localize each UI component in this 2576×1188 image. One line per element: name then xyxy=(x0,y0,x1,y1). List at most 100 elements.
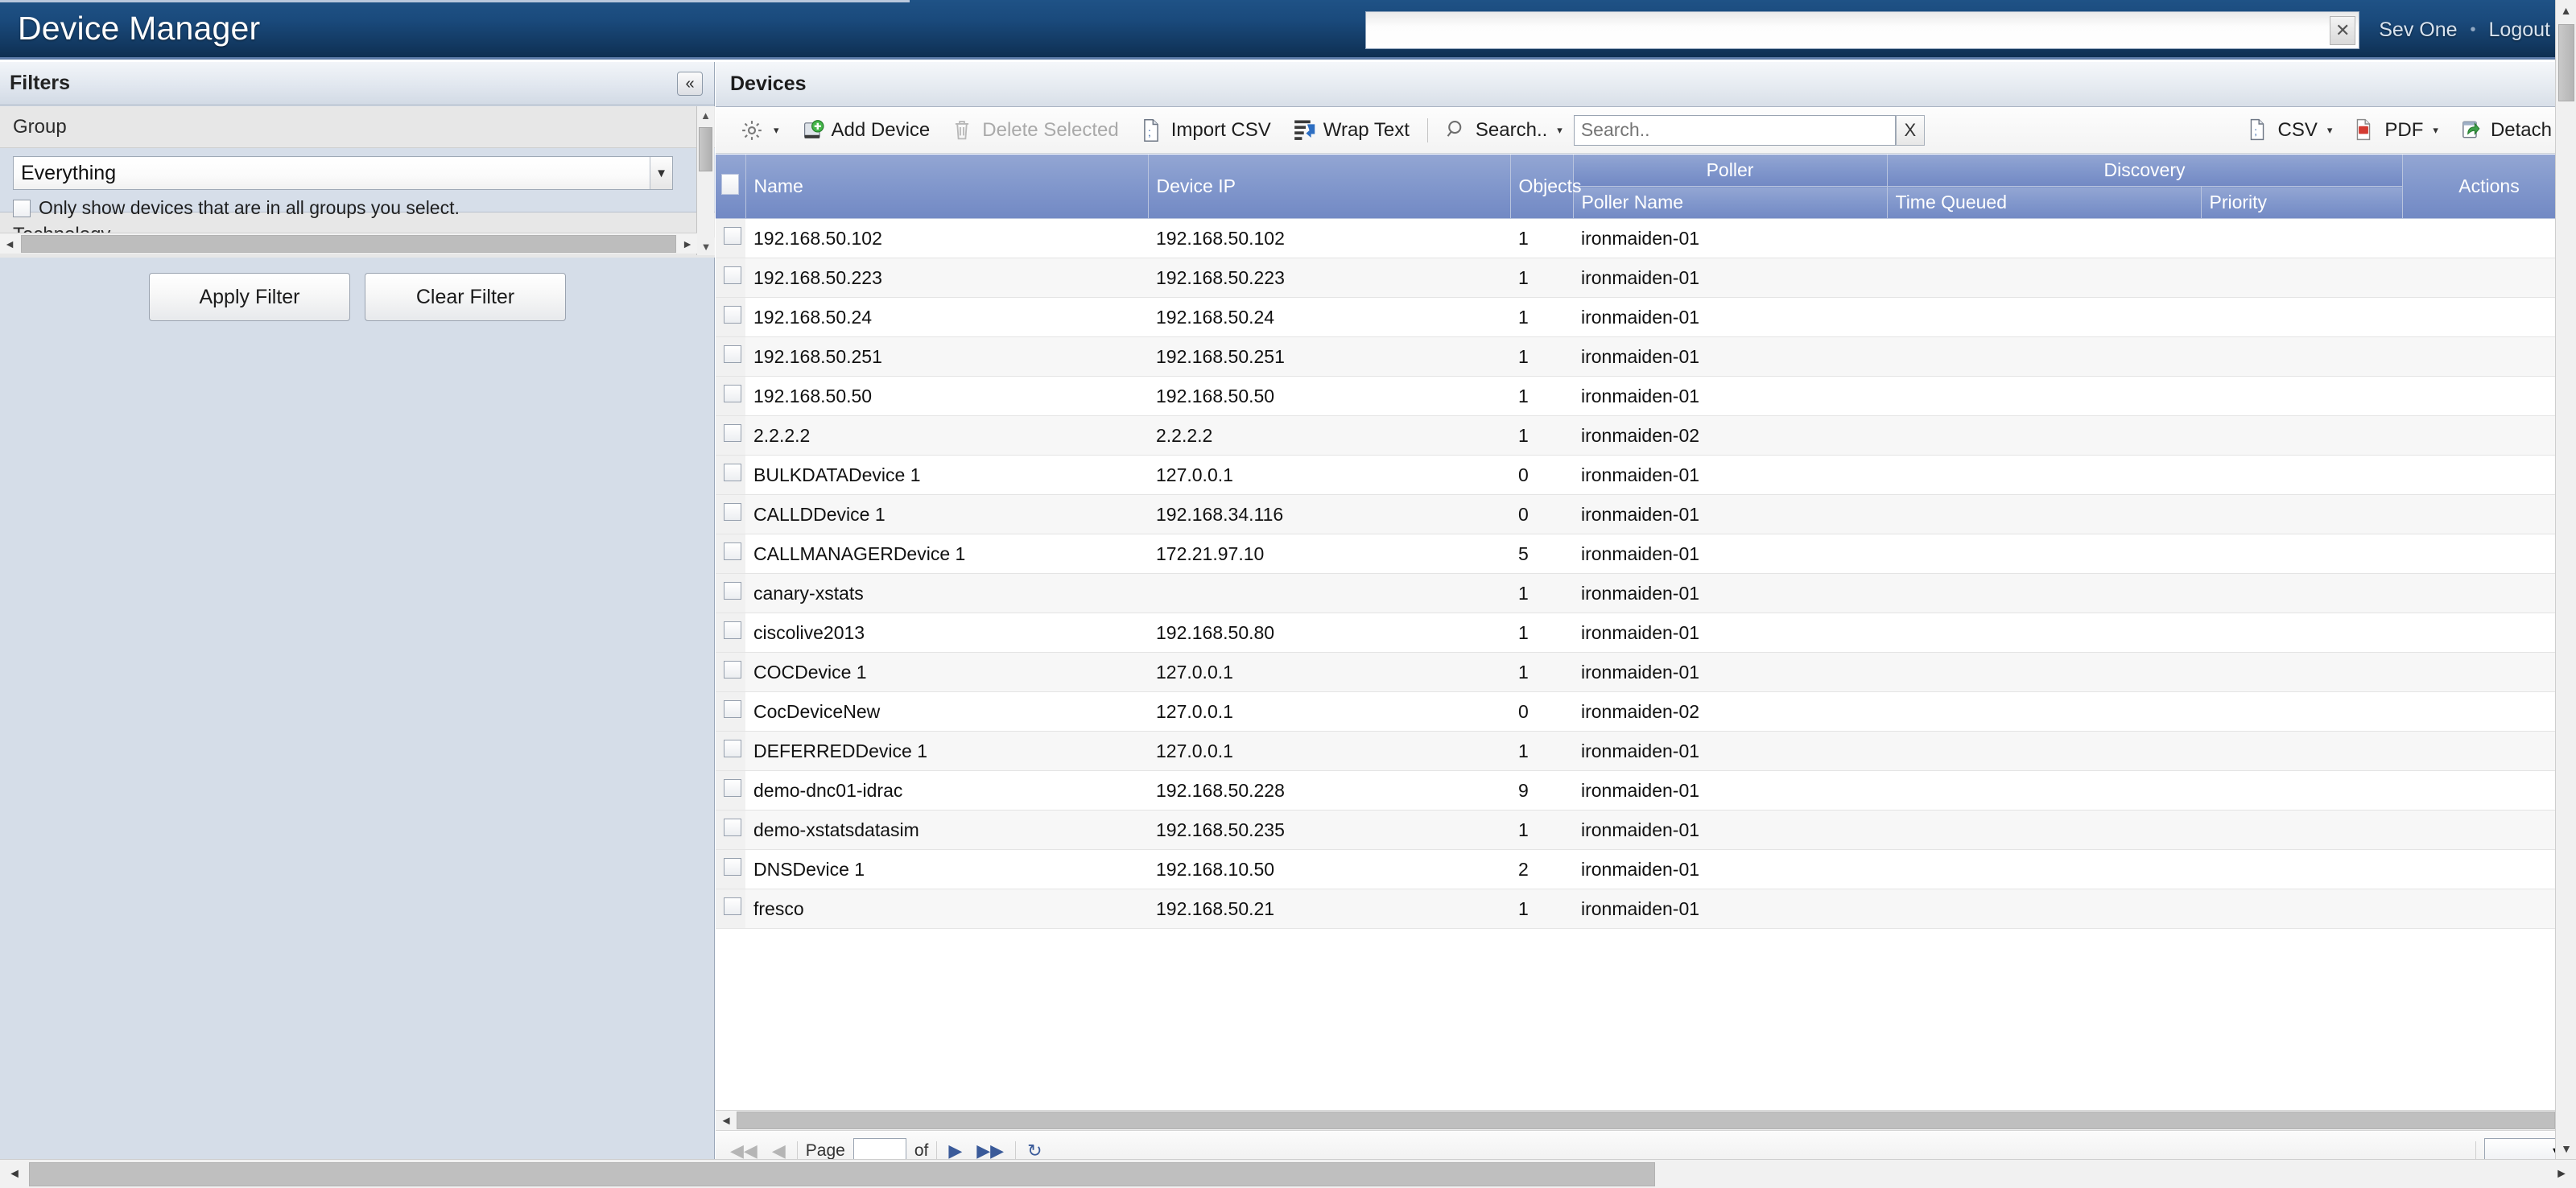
table-row[interactable]: demo-dnc01-idrac 192.168.50.228 9 ironmaide… xyxy=(716,770,2576,811)
row-select-cell[interactable] xyxy=(716,336,745,377)
column-header-name[interactable]: Name xyxy=(745,155,1149,219)
select-all-header[interactable] xyxy=(716,155,746,219)
page-scroll-left-icon[interactable]: ◄ xyxy=(0,1167,29,1182)
cell-actions[interactable] xyxy=(2402,455,2576,495)
row-select-cell[interactable] xyxy=(716,889,745,929)
export-pdf-button[interactable]: PDF ▾ xyxy=(2343,118,2450,142)
table-row[interactable]: CocDeviceNew 127.0.0.1 0 ironmaiden-02 xyxy=(716,691,2576,732)
row-checkbox[interactable] xyxy=(724,266,741,284)
row-select-cell[interactable] xyxy=(716,613,745,653)
export-csv-button[interactable]: ; CSV ▾ xyxy=(2237,118,2344,142)
page-vertical-scrollbar[interactable]: ▲ ▼ xyxy=(2555,0,2576,1159)
page-scroll-down-icon[interactable]: ▼ xyxy=(2556,1138,2576,1159)
collapse-panel-icon[interactable]: « xyxy=(677,71,703,96)
row-checkbox[interactable] xyxy=(724,542,741,560)
grid-horizontal-scrollbar[interactable]: ◄ ► xyxy=(716,1110,2576,1131)
row-checkbox[interactable] xyxy=(724,700,741,718)
table-row[interactable]: 192.168.50.24 192.168.50.24 1 ironmaiden-01 xyxy=(716,297,2576,337)
table-row[interactable]: fresco 192.168.50.21 1 ironmaiden-01 xyxy=(716,889,2576,929)
row-select-cell[interactable] xyxy=(716,652,745,692)
cell-actions[interactable] xyxy=(2402,889,2576,929)
cell-actions[interactable] xyxy=(2402,218,2576,258)
filters-horizontal-scrollbar[interactable]: ◄ ► xyxy=(0,233,697,254)
table-row[interactable]: BULKDATADevice 1 127.0.0.1 0 ironmaiden-01 xyxy=(716,455,2576,495)
row-checkbox[interactable] xyxy=(724,227,741,245)
select-all-checkbox[interactable] xyxy=(721,173,740,195)
row-select-cell[interactable] xyxy=(716,297,745,337)
page-hscroll-thumb[interactable] xyxy=(29,1161,1655,1186)
row-checkbox[interactable] xyxy=(724,897,741,915)
cell-actions[interactable] xyxy=(2402,573,2576,613)
cell-actions[interactable] xyxy=(2402,691,2576,732)
table-row[interactable]: demo-xstatsdatasim 192.168.50.235 1 ironmai… xyxy=(716,810,2576,850)
column-header-device-ip[interactable]: Device IP xyxy=(1148,155,1511,219)
scroll-down-icon[interactable]: ▼ xyxy=(697,237,715,255)
clear-filter-button[interactable]: Clear Filter xyxy=(365,273,566,321)
row-select-cell[interactable] xyxy=(716,691,745,732)
cell-actions[interactable] xyxy=(2402,376,2576,416)
scroll-up-icon[interactable]: ▲ xyxy=(697,106,714,124)
grid-hscroll-thumb[interactable] xyxy=(737,1112,2555,1129)
filter-section-group[interactable]: Group xyxy=(0,106,715,148)
global-search-clear-icon[interactable]: ✕ xyxy=(2330,15,2356,45)
row-select-cell[interactable] xyxy=(716,810,745,850)
grid-scroll-left-icon[interactable]: ◄ xyxy=(716,1114,737,1128)
page-scroll-right-icon[interactable]: ► xyxy=(2547,1167,2576,1182)
cell-actions[interactable] xyxy=(2402,770,2576,811)
column-header-objects[interactable]: Objects xyxy=(1510,155,1581,219)
row-checkbox[interactable] xyxy=(724,621,741,639)
cell-actions[interactable] xyxy=(2402,415,2576,456)
row-checkbox[interactable] xyxy=(724,582,741,600)
page-vscroll-thumb[interactable] xyxy=(2558,24,2574,101)
row-checkbox[interactable] xyxy=(724,661,741,679)
global-search-input[interactable] xyxy=(1366,19,2359,41)
table-row[interactable]: DNSDevice 1 192.168.10.50 2 ironmaiden-01 xyxy=(716,849,2576,889)
row-select-cell[interactable] xyxy=(716,455,745,495)
row-select-cell[interactable] xyxy=(716,376,745,416)
page-horizontal-scrollbar[interactable]: ◄ ► xyxy=(0,1159,2576,1188)
table-row[interactable]: 192.168.50.50 192.168.50.50 1 ironmaiden-01 xyxy=(716,376,2576,416)
row-checkbox[interactable] xyxy=(724,858,741,876)
row-checkbox[interactable] xyxy=(724,819,741,836)
table-row[interactable]: CALLDDevice 1 192.168.34.116 0 ironmaiden-0… xyxy=(716,494,2576,534)
user-menu-link[interactable]: Sev One xyxy=(2374,19,2462,42)
row-checkbox[interactable] xyxy=(724,306,741,324)
cell-actions[interactable] xyxy=(2402,652,2576,692)
row-select-cell[interactable] xyxy=(716,258,745,298)
delete-selected-button[interactable]: Delete Selected xyxy=(941,118,1129,142)
table-row[interactable]: 192.168.50.251 192.168.50.251 1 ironmaiden-… xyxy=(716,336,2576,377)
table-row[interactable]: 2.2.2.2 2.2.2.2 1 ironmaiden-02 xyxy=(716,415,2576,456)
table-row[interactable]: 192.168.50.102 192.168.50.102 1 ironmaiden-… xyxy=(716,218,2576,258)
row-checkbox[interactable] xyxy=(724,779,741,797)
column-header-poller-name[interactable]: Poller Name xyxy=(1573,186,1888,219)
row-checkbox[interactable] xyxy=(724,503,741,521)
cell-actions[interactable] xyxy=(2402,731,2576,771)
filters-vscroll-thumb[interactable] xyxy=(699,127,712,171)
table-row[interactable]: DEFERREDDevice 1 127.0.0.1 1 ironmaiden-01 xyxy=(716,731,2576,771)
column-header-priority[interactable]: Priority xyxy=(2201,186,2403,219)
row-checkbox[interactable] xyxy=(724,385,741,402)
only-show-all-groups-checkbox[interactable] xyxy=(13,199,31,217)
row-select-cell[interactable] xyxy=(716,415,745,456)
filters-vertical-scrollbar[interactable]: ▲ ▼ xyxy=(696,106,715,255)
cell-actions[interactable] xyxy=(2402,613,2576,653)
row-select-cell[interactable] xyxy=(716,494,745,534)
table-row[interactable]: CALLMANAGERDevice 1 172.21.97.10 5 ironmaid… xyxy=(716,534,2576,574)
scroll-left-icon[interactable]: ◄ xyxy=(0,237,19,250)
search-input[interactable] xyxy=(1573,114,1896,146)
row-select-cell[interactable] xyxy=(716,731,745,771)
table-row[interactable]: canary-xstats 1 ironmaiden-01 xyxy=(716,573,2576,613)
cell-actions[interactable] xyxy=(2402,494,2576,534)
detach-button[interactable]: Detach xyxy=(2450,118,2563,142)
row-select-cell[interactable] xyxy=(716,573,745,613)
row-select-cell[interactable] xyxy=(716,218,745,258)
chevron-down-icon[interactable]: ▼ xyxy=(650,157,672,189)
column-header-time-queued[interactable]: Time Queued xyxy=(1887,186,2202,219)
add-device-button[interactable]: Add Device xyxy=(791,118,942,142)
row-select-cell[interactable] xyxy=(716,849,745,889)
logout-link[interactable]: Logout xyxy=(2484,19,2555,42)
import-csv-button[interactable]: ; Import CSV xyxy=(1130,118,1282,142)
table-row[interactable]: ciscolive2013 192.168.50.80 1 ironmaiden-01 xyxy=(716,613,2576,653)
apply-filter-button[interactable]: Apply Filter xyxy=(149,273,350,321)
cell-actions[interactable] xyxy=(2402,849,2576,889)
